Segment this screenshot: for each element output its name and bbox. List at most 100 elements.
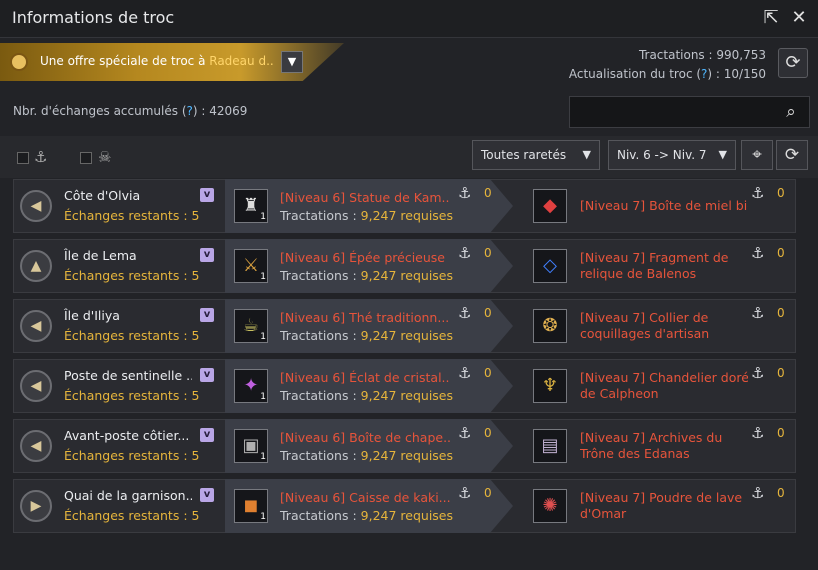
give-item-slot[interactable]: ◼ 1 <box>234 489 268 523</box>
get-item-count: 0 <box>777 306 785 320</box>
check-icon: v <box>200 248 214 262</box>
get-item-name-line2: relique de Balenos <box>580 266 697 281</box>
requirement-value: 9,247 requises <box>360 508 454 523</box>
accumulated-label: Nbr. d'échanges accumulés ( <box>13 104 187 118</box>
chevron-down-icon: ▼ <box>582 148 591 161</box>
location-name: Île d'Iliya <box>64 308 120 323</box>
direction-icon[interactable]: ▲ <box>20 250 52 282</box>
chandelier-icon: ♆ <box>541 375 559 396</box>
locate-button[interactable]: ⌖ <box>741 140 773 170</box>
give-item-requirement: Tractations : 9,247 requises <box>280 508 453 523</box>
direction-icon[interactable]: ◀ <box>20 430 52 462</box>
anchor-icon: ⚓ <box>458 484 472 502</box>
get-item-slot[interactable]: ▤ <box>533 429 567 463</box>
pirate-filter-icon: ☠ <box>98 148 112 166</box>
anchor-icon: ⚓ <box>458 424 472 442</box>
give-item-count: 0 <box>484 186 492 200</box>
offer-prefix: Une offre spéciale de troc à <box>40 54 210 68</box>
give-item-requirement: Tractations : 9,247 requises <box>280 208 453 223</box>
reset-filter-button[interactable]: ⟳ <box>776 140 808 170</box>
refresh-icon: ⟳ <box>784 145 800 165</box>
offer-dropdown-button[interactable]: ▼ <box>281 51 303 73</box>
give-item-slot[interactable]: ✦ 1 <box>234 369 268 403</box>
filter-checkbox-boat[interactable] <box>17 152 29 164</box>
get-item-name-line2: d'Omar <box>580 506 627 521</box>
get-item-slot[interactable]: ❂ <box>533 309 567 343</box>
trade-row[interactable]: ◀ Avant-poste côtier... Échanges restant… <box>13 419 796 473</box>
give-item-requirement: Tractations : 9,247 requises <box>280 328 453 343</box>
search-icon[interactable]: ⌕ <box>779 100 803 124</box>
shell-necklace-icon: ❂ <box>542 315 558 336</box>
location-name: Avant-poste côtier... <box>64 428 190 443</box>
lava-powder-icon: ✺ <box>542 495 558 516</box>
get-item-count: 0 <box>777 486 785 500</box>
get-item-slot[interactable]: ◆ <box>533 189 567 223</box>
get-item-name: [Niveau 7] Archives du <box>580 430 723 445</box>
search-input[interactable] <box>569 96 810 128</box>
actualisation-label: Actualisation du troc ( <box>568 67 702 81</box>
check-icon: v <box>200 308 214 322</box>
give-item-qty: 1 <box>260 392 266 402</box>
get-item-slot[interactable]: ♆ <box>533 369 567 403</box>
direction-icon[interactable]: ▶ <box>20 490 52 522</box>
trade-row[interactable]: ▲ Île de Lema Échanges restants : 5 v ⚔ … <box>13 239 796 293</box>
get-item-slot[interactable]: ◇ <box>533 249 567 283</box>
give-item-name: [Niveau 6] Éclat de cristal... <box>280 370 450 385</box>
rarity-select[interactable]: Toutes raretés ▼ <box>472 140 600 170</box>
remaining-exchanges: Échanges restants : 5 <box>64 508 200 523</box>
anchor-icon: ⚓ <box>458 184 472 202</box>
trade-row[interactable]: ◀ Côte d'Olvia Échanges restants : 5 v ♜… <box>13 179 796 233</box>
get-item-count: 0 <box>777 186 785 200</box>
give-item-slot[interactable]: ♜ 1 <box>234 189 268 223</box>
trade-row[interactable]: ▶ Quai de la garnison... Échanges restan… <box>13 479 796 533</box>
accumulated-value: ) : 42069 <box>192 104 248 118</box>
give-item-count: 0 <box>484 366 492 380</box>
give-item-count: 0 <box>484 486 492 500</box>
requirement-label: Tractations : <box>280 448 361 463</box>
remaining-exchanges: Échanges restants : 5 <box>64 268 200 283</box>
direction-icon[interactable]: ◀ <box>20 310 52 342</box>
give-item-name: [Niveau 6] Caisse de kaki... <box>280 490 450 505</box>
pin-icon[interactable]: ⇱ <box>760 7 782 29</box>
anchor-icon: ⚓ <box>458 304 472 322</box>
requirement-label: Tractations : <box>280 508 361 523</box>
requirement-label: Tractations : <box>280 328 361 343</box>
give-item-slot[interactable]: ▣ 1 <box>234 429 268 463</box>
direction-icon[interactable]: ◀ <box>20 370 52 402</box>
chevron-down-icon: ▼ <box>718 148 727 161</box>
archives-icon: ▤ <box>541 435 559 456</box>
give-item-slot[interactable]: ⚔ 1 <box>234 249 268 283</box>
requirement-value: 9,247 requises <box>360 448 454 463</box>
trade-row[interactable]: ◀ Île d'Iliya Échanges restants : 5 v ☕ … <box>13 299 796 353</box>
boat-filter-icon: ⚓ <box>34 148 48 166</box>
give-item-slot[interactable]: ☕ 1 <box>234 309 268 343</box>
get-item-count: 0 <box>777 366 785 380</box>
close-icon[interactable]: ✕ <box>788 7 810 29</box>
get-item-count: 0 <box>777 246 785 260</box>
requirement-value: 9,247 requises <box>360 268 454 283</box>
give-item-requirement: Tractations : 9,247 requises <box>280 388 453 403</box>
give-item-name: [Niveau 6] Statue de Kam... <box>280 190 450 205</box>
requirement-value: 9,247 requises <box>360 388 454 403</box>
offer-destination: Radeau d... <box>209 54 274 68</box>
level-select[interactable]: Niv. 6 -> Niv. 7 ▼ <box>608 140 736 170</box>
honey-box-icon: ◆ <box>543 195 557 216</box>
trade-row[interactable]: ◀ Poste de sentinelle ... Échanges resta… <box>13 359 796 413</box>
get-item-name-line2: coquillages d'artisan <box>580 326 710 341</box>
give-item-requirement: Tractations : 9,247 requises <box>280 268 453 283</box>
get-item-name-line2: Trône des Edanas <box>580 446 690 461</box>
direction-icon[interactable]: ◀ <box>20 190 52 222</box>
remaining-exchanges: Échanges restants : 5 <box>64 328 200 343</box>
refresh-offer-button[interactable]: ⟳ <box>778 48 808 78</box>
filter-checkbox-pirate[interactable] <box>80 152 92 164</box>
requirement-label: Tractations : <box>280 388 361 403</box>
get-item-name: [Niveau 7] Chandelier doré <box>580 370 748 385</box>
tractations-stat: Tractations : 990,753 <box>639 48 766 62</box>
special-offer-text: Une offre spéciale de troc à Radeau d... <box>40 54 274 68</box>
get-item-slot[interactable]: ✺ <box>533 489 567 523</box>
give-item-name: [Niveau 6] Épée précieuse ... <box>280 250 450 265</box>
crosshair-icon: ⌖ <box>752 145 762 165</box>
give-item-qty: 1 <box>260 272 266 282</box>
requirement-value: 9,247 requises <box>360 328 454 343</box>
tractations-value: 990,753 <box>716 48 766 62</box>
